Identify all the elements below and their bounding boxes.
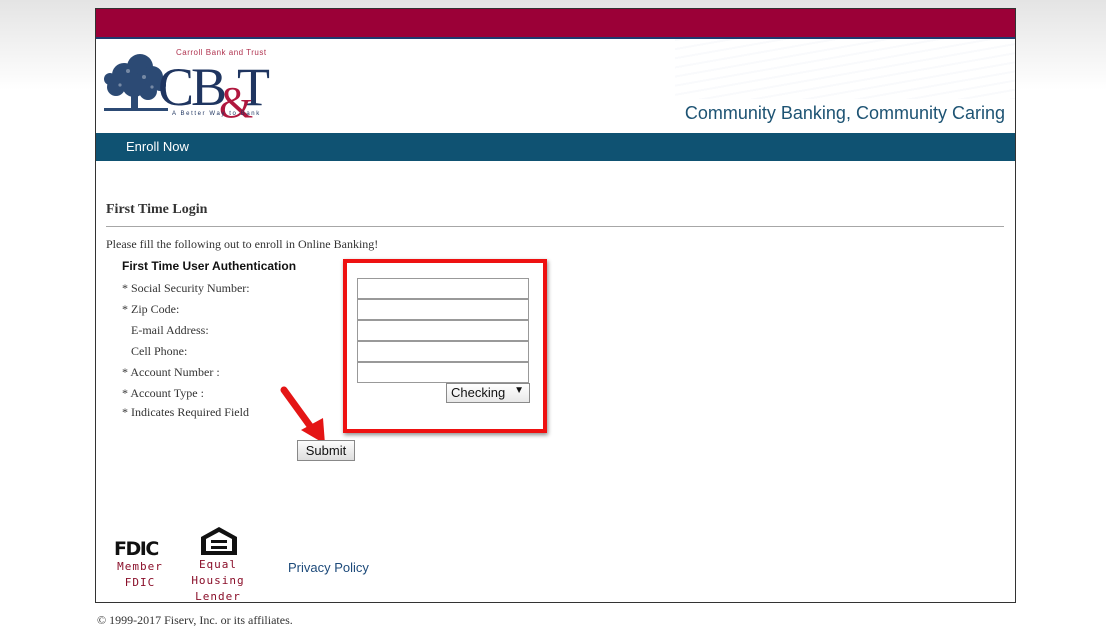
ehl-line-1: Equal	[198, 558, 238, 571]
submit-button[interactable]: Submit	[297, 440, 355, 461]
fdic-logo-icon: FDIC	[114, 538, 160, 557]
account-type-select[interactable]: Checking ▼	[446, 383, 530, 403]
header-slogan: Community Banking, Community Caring	[684, 103, 1005, 123]
cell-label: Cell Phone:	[131, 344, 188, 358]
fdic-member-text: Member FDIC	[106, 559, 174, 591]
red-arrow-icon	[280, 386, 325, 444]
enroll-now-link[interactable]: Enroll Now	[126, 139, 189, 154]
header: CB T & Carroll Bank and Trust A Better W…	[96, 39, 1015, 133]
email-input[interactable]	[357, 320, 529, 341]
required-note: * Indicates Required Field	[122, 405, 249, 419]
chevron-down-icon: ▼	[514, 385, 524, 396]
ssn-label: * Social Security Number:	[122, 281, 250, 295]
bank-logo[interactable]: CB T & Carroll Bank and Trust A Better W…	[102, 47, 280, 127]
fdic-logo-text: FDIC	[114, 538, 158, 557]
copyright: © 1999-2017 Fiserv, Inc. or its affiliat…	[97, 613, 293, 627]
ehl-line-3: Lender	[195, 590, 241, 603]
equal-housing-text: Equal Housing Lender	[184, 557, 252, 603]
section-title: First Time User Authentication	[122, 259, 297, 273]
ehl-line-2: Housing	[191, 574, 245, 587]
fdic-line-2: FDIC	[124, 576, 156, 589]
fdic-line-1: Member	[117, 560, 163, 573]
page-frame: CB T & Carroll Bank and Trust A Better W…	[95, 8, 1016, 603]
privacy-policy-link[interactable]: Privacy Policy	[288, 560, 369, 575]
intro-text: Please fill the following out to enroll …	[106, 237, 379, 251]
account-type-label: * Account Type :	[122, 386, 204, 400]
svg-text:CB: CB	[158, 57, 225, 117]
top-bar	[96, 9, 1015, 39]
equal-housing-icon	[201, 527, 237, 555]
account-type-value: Checking	[451, 385, 506, 400]
account-number-label: * Account Number :	[122, 365, 220, 379]
header-decoration	[675, 39, 1015, 99]
logo-bank-name: Carroll Bank and Trust	[176, 48, 267, 57]
email-label: E-mail Address:	[131, 323, 209, 337]
ssn-input[interactable]	[357, 278, 529, 299]
account-number-input[interactable]	[357, 362, 529, 383]
logo-tagline: A Better Way to Bank	[172, 111, 261, 117]
cell-phone-input[interactable]	[357, 341, 529, 362]
zip-label: * Zip Code:	[122, 302, 180, 316]
nav-bar: Enroll Now	[96, 133, 1015, 161]
title-divider	[106, 226, 1004, 227]
page-title: First Time Login	[106, 202, 208, 217]
zip-input[interactable]	[357, 299, 529, 320]
